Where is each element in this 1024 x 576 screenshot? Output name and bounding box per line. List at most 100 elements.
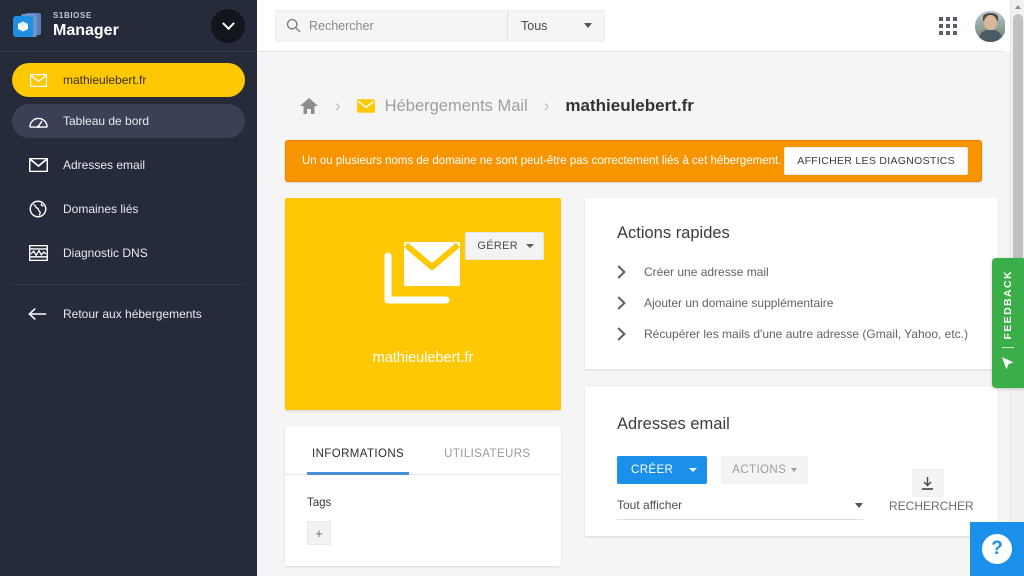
main-area: Tous › [257,0,1024,576]
question-mark-icon: ? [982,534,1012,564]
tags-label: Tags [307,497,332,509]
show-diagnostics-button[interactable]: AFFICHER LES DIAGNOSTICS [784,147,968,175]
warning-message: Un ou plusieurs noms de domaine ne sont … [302,155,782,167]
chevron-down-icon [584,23,592,28]
mail-stack-icon [382,234,464,313]
card-tabs: INFORMATIONS UTILISATEURS [285,426,561,475]
quick-action-label: Créer une adresse mail [644,265,769,279]
sidebar-collapse-button[interactable] [211,9,245,43]
s1biose-logo-icon [12,12,42,40]
sidebar-item-label: Tableau de bord [63,114,150,128]
email-card-filters: Tout afficher RECHERCHER [617,498,974,520]
envelope-icon [25,158,51,172]
hero-domain-name: mathieulebert.fr [372,350,474,366]
topbar-right [939,0,1006,52]
sidebar-item-mathieulebert-fr[interactable]: mathieulebert.fr [12,63,245,97]
chevron-right-icon [617,327,633,341]
hosting-hero-card: GÉRER mathieulebert.fr [285,198,561,410]
feedback-label: FEEDBACK [1002,269,1014,340]
quick-action-label: Récupérer les mails d'une autre adresse … [644,327,968,341]
cursor-arrow-icon [1001,356,1015,376]
brand-name: Manager [53,22,119,39]
right-column: Actions rapides Créer une adresse mail A… [585,198,998,536]
columns: GÉRER mathieulebert.fr INFORMATIONS UTIL… [257,182,1024,566]
sidebar-item-tableau-de-bord[interactable]: Tableau de bord [12,104,245,138]
chevron-right-icon [617,296,633,310]
actions-dropdown-button[interactable]: ACTIONS [721,456,809,484]
search-bar: Tous [275,9,605,42]
scroll-up-arrow-icon[interactable] [1015,5,1021,9]
app-root: S1BIOSE Manager mathieulebert.fr Tableau… [0,0,1024,576]
home-icon[interactable] [299,97,319,115]
gerer-label: GÉRER [477,240,518,252]
sidebar-nav: mathieulebert.fr Tableau de bord Adresse… [0,52,257,285]
sidebar: S1BIOSE Manager mathieulebert.fr Tableau… [0,0,257,576]
left-column: GÉRER mathieulebert.fr INFORMATIONS UTIL… [285,198,561,566]
mail-icon [356,99,375,113]
grid-apps-icon[interactable] [939,17,957,35]
breadcrumb-separator: › [335,96,341,115]
search-icon [286,18,301,33]
chevron-down-icon [791,468,798,472]
sidebar-item-label: Domaines liés [63,202,139,216]
sidebar-item-adresses-email[interactable]: Adresses email [12,148,245,182]
feedback-tab[interactable]: FEEDBACK [992,258,1024,388]
download-button[interactable] [911,469,944,497]
quick-action-import-mail[interactable]: Récupérer les mails d'une autre adresse … [617,327,974,341]
mail-icon [25,73,51,87]
create-email-button[interactable]: CRÉER [617,456,708,484]
email-card-title: Adresses email [617,415,730,433]
actions-label: ACTIONS [732,464,787,476]
cube-icon [18,21,28,31]
search-field[interactable] [276,10,508,41]
warning-banner: Un ou plusieurs noms de domaine ne sont … [285,140,982,182]
sidebar-item-label: mathieulebert.fr [63,73,147,87]
tab-informations[interactable]: INFORMATIONS [307,426,410,475]
sidebar-item-label: Diagnostic DNS [63,246,148,260]
sidebar-item-diagnostic-dns[interactable]: Diagnostic DNS [12,236,245,270]
search-filter-value: Tous [521,18,548,33]
download-icon [922,476,934,490]
dns-pulse-icon [25,245,51,261]
tab-utilisateurs[interactable]: UTILISATEURS [439,426,535,475]
sidebar-item-retour-aux-hebergements[interactable]: Retour aux hébergements [12,297,245,331]
avatar[interactable] [975,10,1006,42]
breadcrumb: › Hébergements Mail › mathieulebert.fr [257,52,1024,122]
tags-section: Tags + [285,475,561,563]
globe-icon [25,200,51,218]
brand-eyebrow: S1BIOSE [53,11,92,20]
quick-actions-title: Actions rapides [617,224,730,242]
information-card: INFORMATIONS UTILISATEURS Tags + [285,426,561,566]
chevron-down-icon [855,502,863,508]
chevron-right-icon [617,265,633,279]
chevron-down-icon [689,468,698,472]
search-input[interactable] [309,18,469,33]
arrow-left-icon [25,307,51,321]
sidebar-header: S1BIOSE Manager [0,0,257,52]
brand-text: S1BIOSE Manager [53,12,119,39]
help-button[interactable]: ? [970,522,1024,576]
quick-action-create-mail[interactable]: Créer une adresse mail [617,265,974,279]
chevron-down-icon [221,16,235,30]
show-all-dropdown[interactable]: Tout afficher [617,498,863,520]
breadcrumb-separator: › [543,96,550,115]
content-scroll-area: › Hébergements Mail › mathieulebert.fr U… [257,52,1024,576]
sidebar-footer: Retour aux hébergements [0,285,257,331]
topbar: Tous [257,0,1024,52]
show-all-value: Tout afficher [617,498,683,512]
breadcrumb-parent-link[interactable]: Hébergements Mail [385,97,528,116]
page-title: mathieulebert.fr [565,96,694,115]
quick-action-add-domain[interactable]: Ajouter un domaine supplémentaire [617,296,974,310]
quick-actions-card: Actions rapides Créer une adresse mail A… [585,198,998,369]
email-addresses-card: Adresses email CRÉER ACTIONS Tout affich… [585,387,998,536]
create-label: CRÉER [631,464,674,476]
chevron-down-icon [526,244,534,248]
gerer-dropdown-button[interactable]: GÉRER [465,232,544,260]
dashboard-gauge-icon [25,114,51,129]
search-label: RECHERCHER [889,499,974,513]
sidebar-item-domaines-lies[interactable]: Domaines liés [12,192,245,226]
feedback-divider [1002,347,1014,349]
search-filter-dropdown[interactable]: Tous [508,11,604,41]
add-tag-button[interactable]: + [307,521,331,545]
quick-action-label: Ajouter un domaine supplémentaire [644,296,834,310]
